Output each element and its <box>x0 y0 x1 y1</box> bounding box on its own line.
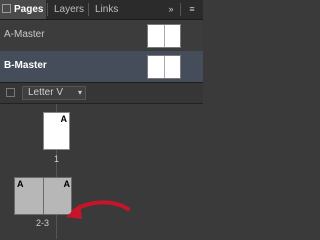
double-chevron-icon[interactable]: » <box>164 3 178 16</box>
page-size-dropdown[interactable]: Letter V ▾ <box>22 86 86 100</box>
pages-section: A 1 A A 2-3 <box>0 104 203 239</box>
master-label: B-Master <box>4 60 47 71</box>
page-thumbnail-2[interactable]: A <box>15 178 43 214</box>
tab-pages-label: Pages <box>14 4 44 15</box>
tab-divider <box>47 3 48 16</box>
page-size-icon <box>6 88 15 97</box>
tab-divider <box>88 3 89 16</box>
masters-section: A-Master B-Master <box>0 20 203 83</box>
tab-links-label: Links <box>95 4 119 15</box>
tab-pages[interactable]: Pages <box>0 0 46 19</box>
master-label: A-Master <box>4 29 45 40</box>
master-spread-thumbnail[interactable] <box>147 24 181 48</box>
panel-tab-bar: Pages Layers Links » ≡ <box>0 0 203 20</box>
applied-master-letter: A <box>17 179 24 189</box>
tab-layers-label: Layers <box>54 4 85 15</box>
master-spread-thumbnail[interactable] <box>147 55 181 79</box>
page-number-2-3: 2-3 <box>36 218 50 228</box>
master-item-b[interactable]: B-Master <box>0 51 203 82</box>
applied-master-letter: A <box>60 114 68 124</box>
chevron-down-icon: ▾ <box>77 88 82 97</box>
tab-layers[interactable]: Layers <box>54 0 84 19</box>
page-size-bar: Letter V ▾ <box>0 83 203 104</box>
close-icon[interactable] <box>2 3 11 13</box>
page-number-1: 1 <box>54 154 60 164</box>
red-arrow-annotation <box>66 200 130 219</box>
master-item-a[interactable]: A-Master <box>0 20 203 51</box>
tab-links[interactable]: Links <box>95 0 118 19</box>
panel-menu-icon[interactable]: ≡ <box>185 3 199 16</box>
page-thumbnail-1[interactable]: A <box>43 112 70 150</box>
applied-master-letter: A <box>63 179 71 189</box>
page-size-value: Letter V <box>28 87 64 98</box>
tab-divider <box>180 3 181 16</box>
